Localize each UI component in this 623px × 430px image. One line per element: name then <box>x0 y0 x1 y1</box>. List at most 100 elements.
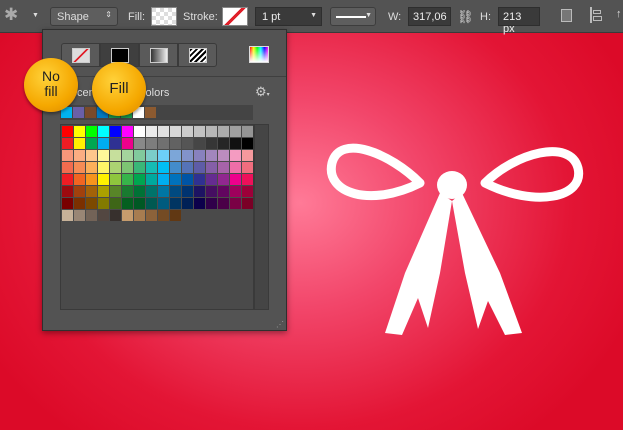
color-swatch[interactable] <box>194 186 205 197</box>
color-swatch[interactable] <box>122 198 133 209</box>
color-swatch[interactable] <box>158 150 169 161</box>
color-swatch[interactable] <box>170 210 181 221</box>
color-swatch[interactable] <box>158 210 169 221</box>
color-swatch[interactable] <box>110 174 121 185</box>
color-swatch[interactable] <box>122 126 133 137</box>
color-swatch[interactable] <box>98 126 109 137</box>
height-input[interactable]: 213 px <box>498 7 540 35</box>
settings-gear-icon[interactable]: ⚙▾ <box>255 84 270 100</box>
color-swatch[interactable] <box>62 150 73 161</box>
color-swatch[interactable] <box>134 198 145 209</box>
color-swatch[interactable] <box>110 138 121 149</box>
color-swatch[interactable] <box>218 162 229 173</box>
color-swatch[interactable] <box>218 186 229 197</box>
color-swatch[interactable] <box>134 186 145 197</box>
color-swatch[interactable] <box>122 210 133 221</box>
color-swatch[interactable] <box>62 162 73 173</box>
swatch-scrollbar[interactable] <box>254 124 269 310</box>
color-swatch[interactable] <box>110 198 121 209</box>
color-swatch[interactable] <box>170 138 181 149</box>
color-swatch[interactable] <box>146 174 157 185</box>
color-swatch[interactable] <box>86 150 97 161</box>
stroke-swatch[interactable] <box>222 7 248 26</box>
color-swatch[interactable] <box>206 138 217 149</box>
path-operations-icon[interactable] <box>561 9 572 22</box>
color-swatch[interactable] <box>86 126 97 137</box>
color-swatch[interactable] <box>158 186 169 197</box>
color-swatch[interactable] <box>218 126 229 137</box>
color-swatch[interactable] <box>122 186 133 197</box>
color-swatch[interactable] <box>170 126 181 137</box>
color-swatch[interactable] <box>206 198 217 209</box>
color-swatch[interactable] <box>98 210 109 221</box>
color-swatch[interactable] <box>98 150 109 161</box>
color-swatch[interactable] <box>134 150 145 161</box>
color-swatch[interactable] <box>98 138 109 149</box>
pattern-button[interactable] <box>178 43 217 67</box>
color-swatch[interactable] <box>242 126 253 137</box>
path-alignment-icon[interactable] <box>590 7 602 23</box>
color-swatch[interactable] <box>86 198 97 209</box>
color-swatch[interactable] <box>110 186 121 197</box>
color-swatch[interactable] <box>122 150 133 161</box>
color-swatch[interactable] <box>74 210 85 221</box>
color-swatch[interactable] <box>122 174 133 185</box>
gradient-button[interactable] <box>139 43 178 67</box>
stroke-type-dropdown[interactable]: ▼ <box>330 7 376 26</box>
color-swatch[interactable] <box>74 174 85 185</box>
recent-swatch[interactable] <box>73 107 84 118</box>
color-swatch[interactable] <box>134 174 145 185</box>
color-swatch[interactable] <box>146 198 157 209</box>
color-swatch[interactable] <box>194 174 205 185</box>
color-swatch[interactable] <box>122 138 133 149</box>
color-swatch[interactable] <box>194 138 205 149</box>
color-swatch[interactable] <box>158 162 169 173</box>
color-swatch[interactable] <box>146 138 157 149</box>
color-swatch[interactable] <box>230 150 241 161</box>
color-swatch[interactable] <box>182 198 193 209</box>
color-swatch[interactable] <box>74 126 85 137</box>
color-swatch[interactable] <box>170 198 181 209</box>
color-swatch[interactable] <box>146 186 157 197</box>
color-swatch[interactable] <box>110 162 121 173</box>
color-swatch[interactable] <box>74 186 85 197</box>
color-swatch[interactable] <box>158 126 169 137</box>
color-swatch[interactable] <box>242 186 253 197</box>
color-swatch[interactable] <box>182 138 193 149</box>
color-swatch[interactable] <box>182 150 193 161</box>
color-swatch[interactable] <box>134 210 145 221</box>
color-swatch[interactable] <box>74 150 85 161</box>
custom-shape-tool-icon[interactable]: ✱ <box>4 5 18 24</box>
color-swatch[interactable] <box>218 198 229 209</box>
color-swatch[interactable] <box>218 138 229 149</box>
color-swatch[interactable] <box>230 186 241 197</box>
color-swatch[interactable] <box>110 126 121 137</box>
color-swatch[interactable] <box>62 126 73 137</box>
color-swatch[interactable] <box>194 162 205 173</box>
color-swatch[interactable] <box>206 174 217 185</box>
color-swatch[interactable] <box>242 150 253 161</box>
color-swatch[interactable] <box>86 174 97 185</box>
color-swatch[interactable] <box>242 138 253 149</box>
color-swatch[interactable] <box>86 186 97 197</box>
color-swatch[interactable] <box>230 126 241 137</box>
color-swatch[interactable] <box>62 138 73 149</box>
fill-swatch[interactable] <box>151 7 177 26</box>
color-swatch[interactable] <box>206 186 217 197</box>
color-swatch[interactable] <box>206 162 217 173</box>
color-swatch[interactable] <box>158 138 169 149</box>
color-swatch[interactable] <box>206 150 217 161</box>
color-swatch[interactable] <box>86 138 97 149</box>
color-swatch[interactable] <box>182 186 193 197</box>
recent-swatch[interactable] <box>85 107 96 118</box>
color-swatch[interactable] <box>158 174 169 185</box>
color-swatch[interactable] <box>74 162 85 173</box>
color-swatch[interactable] <box>146 210 157 221</box>
color-swatch[interactable] <box>74 138 85 149</box>
color-swatch[interactable] <box>98 198 109 209</box>
color-swatch[interactable] <box>194 198 205 209</box>
mode-select[interactable]: Shape ⇕ <box>50 7 118 26</box>
color-swatch[interactable] <box>146 126 157 137</box>
path-arrangement-icon[interactable]: ↑ <box>616 8 622 20</box>
color-swatch[interactable] <box>230 198 241 209</box>
